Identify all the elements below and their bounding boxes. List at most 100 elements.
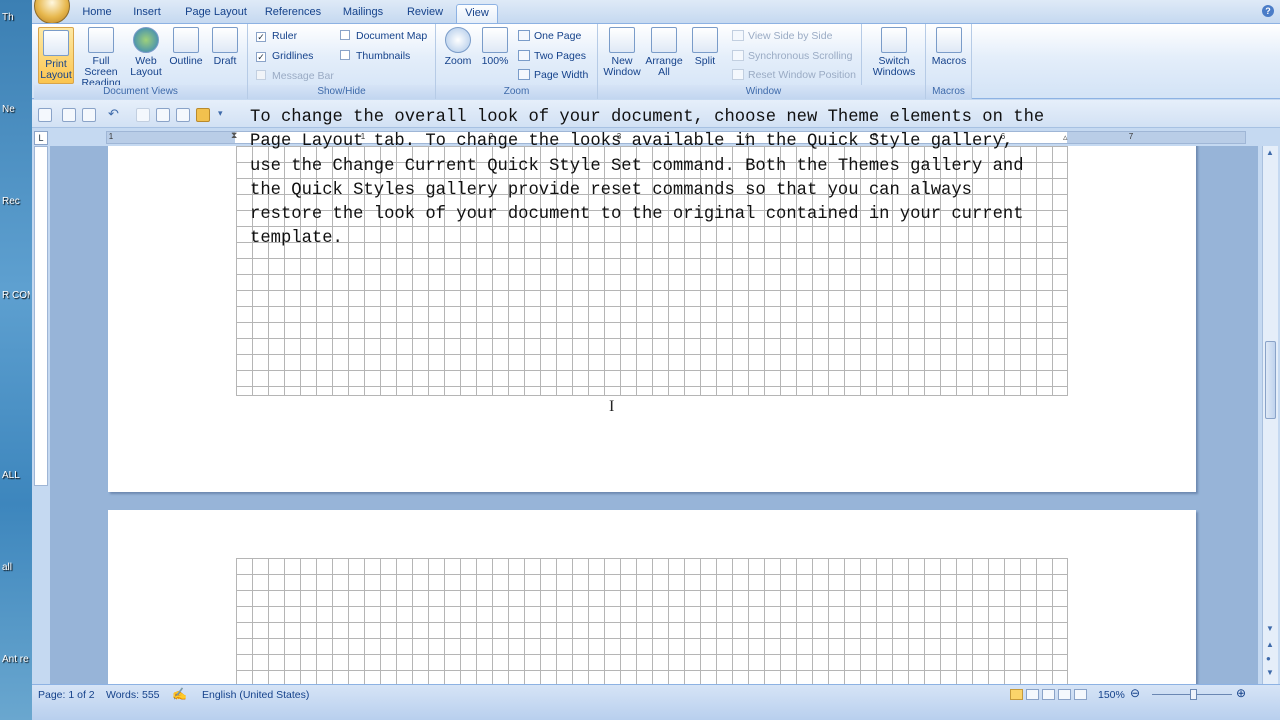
desktop-icon-label[interactable]: R COM	[2, 290, 30, 301]
next-page-icon[interactable]: ▼	[1266, 668, 1274, 677]
synchronous-scrolling-button[interactable]: Synchronous Scrolling	[732, 48, 852, 64]
tab-view[interactable]: View	[456, 4, 498, 24]
page-width-button[interactable]: Page Width	[518, 67, 588, 83]
draft-view-icon[interactable]	[1074, 689, 1087, 700]
page-icon	[482, 27, 508, 53]
vertical-scrollbar[interactable]: ▲ ▼ ▲ ● ▼	[1262, 146, 1278, 684]
zoom-100-label: 100%	[481, 55, 509, 67]
print-layout-button[interactable]: Print Layout	[38, 27, 74, 84]
outline-button[interactable]: Outline	[168, 27, 204, 67]
zoom-label: Zoom	[444, 55, 472, 67]
macros-button[interactable]: Macros	[930, 27, 968, 67]
split-icon	[692, 27, 718, 53]
magnifier-icon	[445, 27, 471, 53]
gridlines	[236, 558, 1068, 684]
draft-button[interactable]: Draft	[208, 27, 242, 67]
zoom-level[interactable]: 150%	[1098, 689, 1125, 701]
zoom-out-icon[interactable]: ⊖	[1130, 686, 1140, 700]
language-indicator[interactable]: English (United States)	[202, 689, 309, 701]
group-label: Macros	[926, 85, 971, 99]
ruler-checkbox[interactable]: ✓ Ruler	[256, 28, 297, 44]
thumbnails-checkbox[interactable]: Thumbnails	[340, 48, 410, 64]
one-page-button[interactable]: One Page	[518, 28, 581, 44]
status-bar: Page: 1 of 2 Words: 555 ✍ English (Unite…	[32, 684, 1280, 720]
desktop-icon-label[interactable]: all	[2, 562, 30, 573]
globe-icon	[133, 27, 159, 53]
page-width-label: Page Width	[534, 69, 589, 81]
switch-windows-icon	[881, 27, 907, 53]
zoom-100-button[interactable]: 100%	[480, 27, 510, 67]
draft-label: Draft	[213, 55, 237, 67]
open-folder-icon[interactable]	[196, 108, 210, 122]
gridlines-label: Gridlines	[272, 50, 314, 62]
tab-review[interactable]: Review	[402, 4, 448, 24]
tab-home[interactable]: Home	[74, 4, 120, 24]
thumbnails-label: Thumbnails	[356, 50, 411, 62]
two-pages-icon	[518, 50, 530, 61]
zoom-button[interactable]: Zoom	[442, 27, 474, 67]
customize-toolbar-icon[interactable]: ▾	[218, 108, 223, 119]
ribbon-tab-row: Home Insert Page Layout References Maili…	[32, 0, 1280, 24]
spelling-icon[interactable]	[62, 108, 76, 122]
proofing-icon[interactable]: ✍	[172, 687, 187, 701]
help-icon[interactable]: ?	[1262, 5, 1274, 17]
checkbox-icon	[340, 30, 350, 40]
tab-selector-icon[interactable]: L	[34, 131, 48, 145]
previous-page-icon[interactable]: ▲	[1266, 640, 1274, 649]
print-layout-view-icon[interactable]	[1010, 689, 1023, 700]
desktop-icon-label[interactable]: Rec	[2, 196, 30, 207]
desktop-icon-label[interactable]: Ne	[2, 104, 30, 115]
sync-scrolling-icon	[732, 50, 744, 61]
group-zoom: Zoom 100% One Page Two Pages Page Width …	[436, 24, 598, 99]
zoom-slider-knob[interactable]	[1190, 689, 1197, 700]
ruler-label: Ruler	[272, 30, 298, 42]
undo-icon[interactable]: ↶	[108, 107, 122, 122]
tab-mailings[interactable]: Mailings	[334, 4, 392, 24]
tab-page-layout[interactable]: Page Layout	[180, 4, 252, 24]
left-indent-marker-icon[interactable]: ⧗	[231, 130, 237, 141]
ruler-number: 7	[1128, 132, 1134, 141]
table-icon[interactable]	[156, 108, 170, 122]
tab-insert[interactable]: Insert	[124, 4, 170, 24]
web-layout-view-icon[interactable]	[1042, 689, 1055, 700]
scroll-up-icon[interactable]: ▲	[1266, 148, 1274, 157]
office-button[interactable]	[34, 0, 70, 24]
macros-label: Macros	[931, 55, 967, 67]
save-icon[interactable]	[38, 108, 52, 122]
split-button[interactable]: Split	[688, 27, 722, 67]
full-screen-view-icon[interactable]	[1026, 689, 1039, 700]
tab-references[interactable]: References	[260, 4, 326, 24]
switch-windows-button[interactable]: Switch Windows	[866, 27, 922, 78]
word-count[interactable]: Words: 555	[106, 689, 160, 701]
page-2	[108, 510, 1196, 684]
redo-icon[interactable]	[136, 108, 150, 122]
desktop-icon-label[interactable]: ALL	[2, 470, 30, 481]
desktop-strip: Th Ne Rec R COM ALL all Ant re	[0, 0, 32, 720]
two-pages-button[interactable]: Two Pages	[518, 48, 586, 64]
web-layout-button[interactable]: Web Layout	[128, 27, 164, 78]
print-icon[interactable]	[176, 108, 190, 122]
group-show-hide: ✓ Ruler ✓ Gridlines Message Bar Document M…	[248, 24, 436, 99]
page-count[interactable]: Page: 1 of 2	[38, 689, 95, 701]
print-preview-icon[interactable]	[82, 108, 96, 122]
scroll-thumb[interactable]	[1265, 341, 1276, 419]
gridlines-checkbox[interactable]: ✓ Gridlines	[256, 48, 313, 64]
scroll-down-icon[interactable]: ▼	[1266, 624, 1274, 633]
desktop-icon-label[interactable]: Ant re	[2, 654, 30, 665]
reset-window-position-button[interactable]: Reset Window Position	[732, 67, 856, 83]
zoom-in-icon[interactable]: ⊕	[1236, 686, 1246, 700]
word-window: Home Insert Page Layout References Maili…	[32, 0, 1280, 720]
document-map-checkbox[interactable]: Document Map	[340, 28, 427, 44]
full-screen-reading-icon	[88, 27, 114, 53]
vertical-ruler	[34, 146, 48, 486]
arrange-all-button[interactable]: Arrange All	[644, 27, 684, 78]
document-paragraph[interactable]: To change the overall look of your docum…	[250, 106, 1086, 252]
view-side-by-side-button[interactable]: View Side by Side	[732, 28, 832, 44]
message-bar-checkbox[interactable]: Message Bar	[256, 68, 334, 84]
full-screen-reading-button[interactable]: Full Screen Reading	[76, 27, 126, 89]
new-window-label: New Window	[603, 55, 641, 78]
desktop-icon-label[interactable]: Th	[2, 12, 30, 23]
outline-view-icon[interactable]	[1058, 689, 1071, 700]
select-browse-object-icon[interactable]: ●	[1266, 654, 1271, 663]
new-window-button[interactable]: New Window	[602, 27, 642, 78]
